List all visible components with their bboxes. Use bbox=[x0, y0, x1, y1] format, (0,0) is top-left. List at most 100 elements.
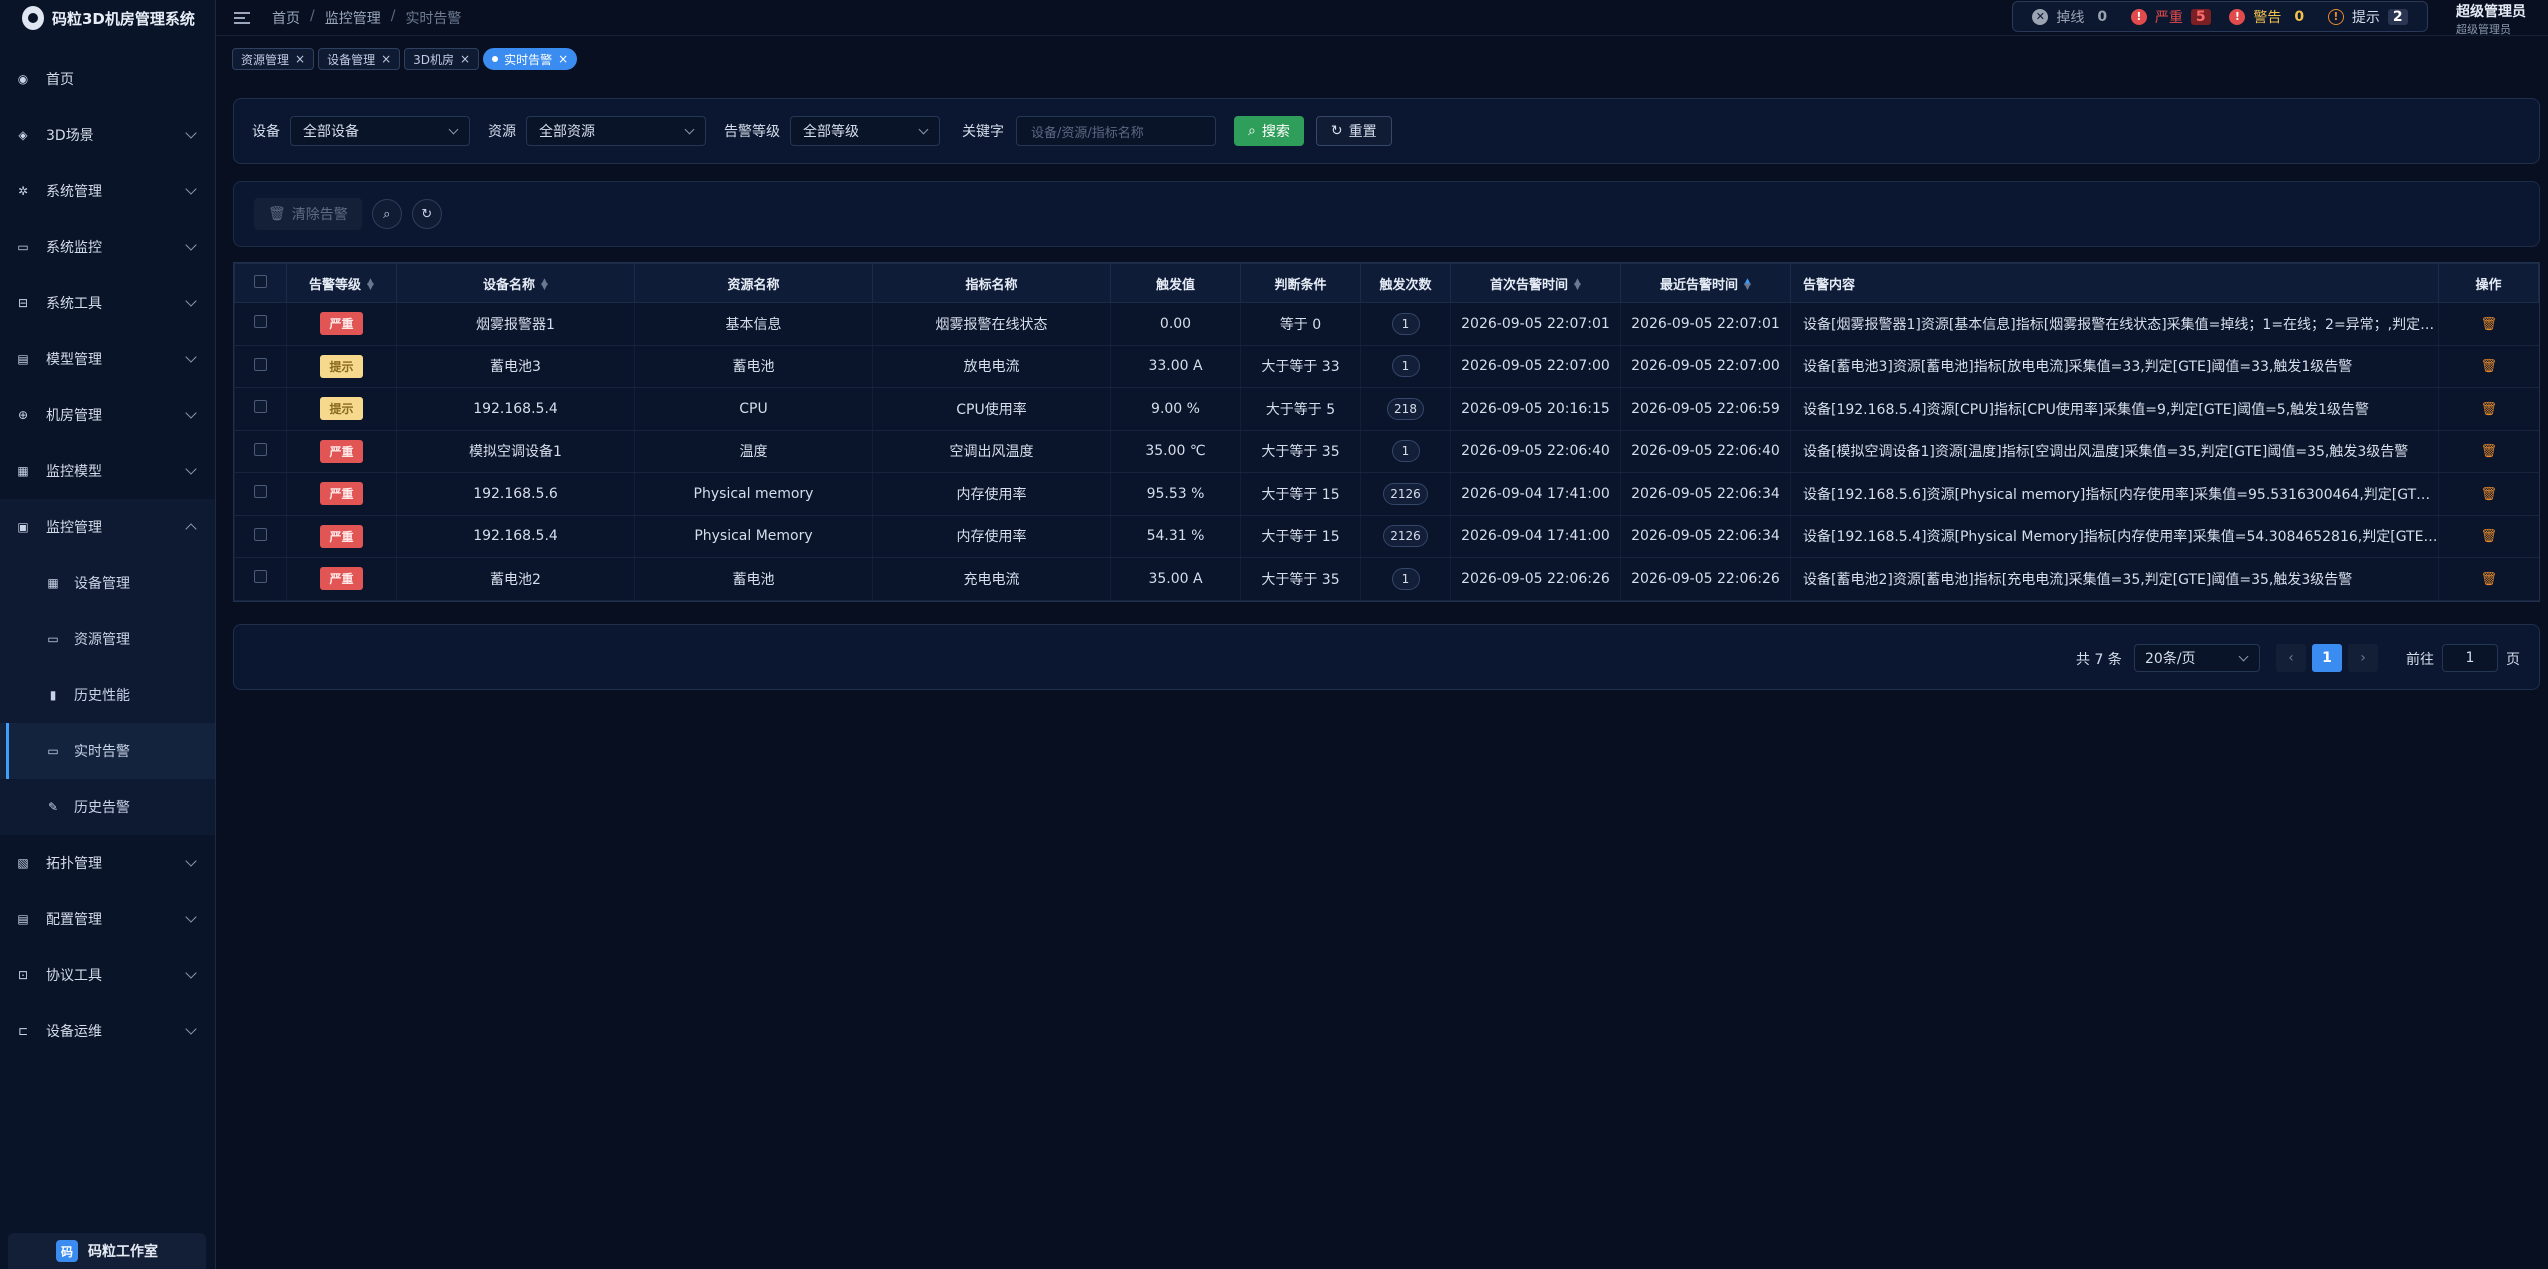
toggle-search-button[interactable]: ⌕ bbox=[371, 199, 402, 229]
count-cell: 1 bbox=[1360, 557, 1451, 601]
select-all-checkbox[interactable] bbox=[234, 263, 287, 303]
studio-footer[interactable]: 码 码粒工作室 bbox=[8, 1233, 206, 1269]
count-cell: 1 bbox=[1360, 302, 1451, 346]
sidebar-item-model[interactable]: ▤ 模型管理 bbox=[0, 331, 215, 387]
next-page-button[interactable]: › bbox=[2348, 644, 2378, 672]
search-button[interactable]: ⌕ 搜索 bbox=[1234, 116, 1304, 146]
status-offline[interactable]: ✕ 掉线 0 bbox=[2032, 7, 2112, 27]
submenu-item-history-alarm[interactable]: ✎ 历史告警 bbox=[0, 779, 215, 835]
close-icon[interactable]: × bbox=[558, 52, 568, 66]
sidebar-item-topology[interactable]: ▧ 拓扑管理 bbox=[0, 835, 215, 891]
device-cell: 192.168.5.4 bbox=[396, 515, 635, 558]
row-checkbox[interactable] bbox=[234, 387, 287, 431]
condition-cell: 大于等于 15 bbox=[1240, 472, 1361, 516]
submenu-item-resource[interactable]: ▭ 资源管理 bbox=[0, 611, 215, 667]
level-badge: 严重 bbox=[320, 524, 363, 548]
tab-device[interactable]: 设备管理 × bbox=[318, 48, 401, 70]
page-size-select[interactable]: 20条/页 bbox=[2134, 644, 2260, 672]
delete-icon[interactable]: 🗑 bbox=[2480, 529, 2497, 544]
table-row[interactable]: 严重 蓄电池2 蓄电池 充电电流 35.00 A 大于等于 35 1 2026-09-05 2… bbox=[234, 557, 2539, 601]
resource-select[interactable]: 全部资源 bbox=[526, 116, 706, 146]
action-cell: 🗑 bbox=[2438, 302, 2539, 346]
col-resource: 资源名称 bbox=[634, 263, 873, 303]
status-critical[interactable]: ! 严重 5 bbox=[2130, 7, 2211, 27]
sidebar-item-monitor-model[interactable]: ▦ 监控模型 bbox=[0, 443, 215, 499]
submenu-item-label: 历史告警 bbox=[74, 800, 130, 816]
tab-resource[interactable]: 资源管理 × bbox=[232, 48, 315, 70]
clear-alarm-button[interactable]: 🗑 清除告警 bbox=[254, 198, 362, 230]
user-menu[interactable]: 超级管理员 超级管理员 bbox=[2456, 1, 2526, 37]
sidebar-item-room[interactable]: ⊕ 机房管理 bbox=[0, 387, 215, 443]
submenu-item-realtime-alarm[interactable]: ▭ 实时告警 bbox=[0, 723, 215, 779]
col-action: 操作 bbox=[2438, 263, 2539, 303]
tabs-bar: 资源管理 × 设备管理 × 3D机房 × 实时告警 × bbox=[232, 48, 578, 70]
row-checkbox[interactable] bbox=[234, 515, 287, 558]
prev-page-button[interactable]: ‹ bbox=[2276, 644, 2306, 672]
sidebar-item-home[interactable]: ◉ 首页 bbox=[0, 51, 215, 107]
breadcrumb-monitor[interactable]: 监控管理 bbox=[325, 8, 381, 28]
submenu-item-history-perf[interactable]: ▮ 历史性能 bbox=[0, 667, 215, 723]
tab-3d-room[interactable]: 3D机房 × bbox=[404, 48, 480, 70]
delete-icon[interactable]: 🗑 bbox=[2480, 317, 2497, 332]
menu-toggle-icon[interactable] bbox=[234, 11, 250, 24]
delete-icon[interactable]: 🗑 bbox=[2480, 359, 2497, 374]
device-select-value: 全部设备 bbox=[303, 124, 359, 140]
table-row[interactable]: 严重 192.168.5.4 Physical Memory 内存使用率 54.31 %… bbox=[234, 515, 2539, 558]
value-cell: 35.00 ℃ bbox=[1110, 430, 1241, 473]
table-row[interactable]: 严重 模拟空调设备1 温度 空调出风温度 35.00 ℃ 大于等于 35 1 2026-09-… bbox=[234, 430, 2539, 473]
tab-realtime-alarm[interactable]: 实时告警 × bbox=[483, 48, 578, 70]
sidebar-item-system-monitor[interactable]: ▭ 系统监控 bbox=[0, 219, 215, 275]
col-content: 告警内容 bbox=[1790, 263, 2439, 303]
count-badge: 1 bbox=[1391, 312, 1420, 335]
metric-cell: 烟雾报警在线状态 bbox=[872, 302, 1111, 346]
row-checkbox[interactable] bbox=[234, 557, 287, 601]
refresh-button[interactable]: ↻ bbox=[411, 199, 442, 229]
sidebar-item-config[interactable]: ▤ 配置管理 bbox=[0, 891, 215, 947]
sidebar-item-monitor-manage[interactable]: ▣ 监控管理 bbox=[0, 499, 215, 555]
row-checkbox[interactable] bbox=[234, 430, 287, 473]
status-label: 严重 bbox=[2154, 9, 2183, 26]
delete-icon[interactable]: 🗑 bbox=[2480, 572, 2497, 587]
row-checkbox[interactable] bbox=[234, 345, 287, 388]
reset-button[interactable]: ↻ 重置 bbox=[1315, 116, 1392, 146]
table-row[interactable]: 提示 192.168.5.4 CPU CPU使用率 9.00 % 大于等于 5 218 202… bbox=[234, 387, 2539, 431]
goto-page-input[interactable]: 1 bbox=[2442, 644, 2498, 672]
status-tip[interactable]: ! 提示 2 bbox=[2327, 7, 2408, 27]
page-number-current[interactable]: 1 bbox=[2312, 644, 2342, 672]
device-select[interactable]: 全部设备 bbox=[290, 116, 470, 146]
sidebar-item-3d-scene[interactable]: ◈ 3D场景 bbox=[0, 107, 215, 163]
row-checkbox[interactable] bbox=[234, 302, 287, 346]
monitor-icon: ▭ bbox=[47, 744, 59, 758]
delete-icon[interactable]: 🗑 bbox=[2480, 487, 2497, 502]
sidebar-item-system[interactable]: ✲ 系统管理 bbox=[0, 163, 215, 219]
close-icon[interactable]: × bbox=[295, 52, 305, 66]
sidebar-item-maintenance[interactable]: ⊏ 设备运维 bbox=[0, 1003, 215, 1059]
condition-cell: 大于等于 33 bbox=[1240, 345, 1361, 388]
submenu-item-device[interactable]: ▦ 设备管理 bbox=[0, 555, 215, 611]
delete-icon[interactable]: 🗑 bbox=[2480, 402, 2497, 417]
table-row[interactable]: 严重 192.168.5.6 Physical memory 内存使用率 95.53 %… bbox=[234, 472, 2539, 516]
submenu-item-label: 设备管理 bbox=[74, 576, 130, 592]
sidebar-item-system-tools[interactable]: ⊟ 系统工具 bbox=[0, 275, 215, 331]
device-cell: 蓄电池2 bbox=[396, 557, 635, 601]
row-checkbox[interactable] bbox=[234, 472, 287, 516]
status-warning[interactable]: ! 警告 0 bbox=[2229, 7, 2309, 27]
close-icon[interactable]: × bbox=[460, 52, 470, 66]
first-time-cell: 2026-09-04 17:41:00 bbox=[1450, 472, 1621, 516]
table-row[interactable]: 严重 烟雾报警器1 基本信息 烟雾报警在线状态 0.00 等于 0 1 2026-09-05 … bbox=[234, 302, 2539, 346]
table-row[interactable]: 提示 蓄电池3 蓄电池 放电电流 33.00 A 大于等于 33 1 2026-09-05 2… bbox=[234, 345, 2539, 388]
breadcrumb-home[interactable]: 首页 bbox=[272, 8, 300, 28]
resource-cell: Physical Memory bbox=[634, 515, 873, 558]
content-cell: 设备[192.168.5.4]资源[Physical Memory]指标[内存使… bbox=[1790, 515, 2439, 558]
metric-cell: 放电电流 bbox=[872, 345, 1111, 388]
level-select[interactable]: 全部等级 bbox=[790, 116, 940, 146]
col-first-time[interactable]: 首次告警时间 ▲ ▼ bbox=[1450, 263, 1621, 303]
toolbox-icon: ⊟ bbox=[17, 296, 29, 310]
col-device[interactable]: 设备名称 ▲ ▼ bbox=[396, 263, 635, 303]
keyword-input[interactable]: 设备/资源/指标名称 bbox=[1016, 116, 1216, 146]
close-icon[interactable]: × bbox=[381, 52, 391, 66]
col-last-time[interactable]: 最近告警时间 ▲ ▼ bbox=[1620, 263, 1791, 303]
sidebar-item-protocol[interactable]: ⊡ 协议工具 bbox=[0, 947, 215, 1003]
col-level[interactable]: 告警等级 ▲ ▼ bbox=[286, 263, 397, 303]
delete-icon[interactable]: 🗑 bbox=[2480, 444, 2497, 459]
